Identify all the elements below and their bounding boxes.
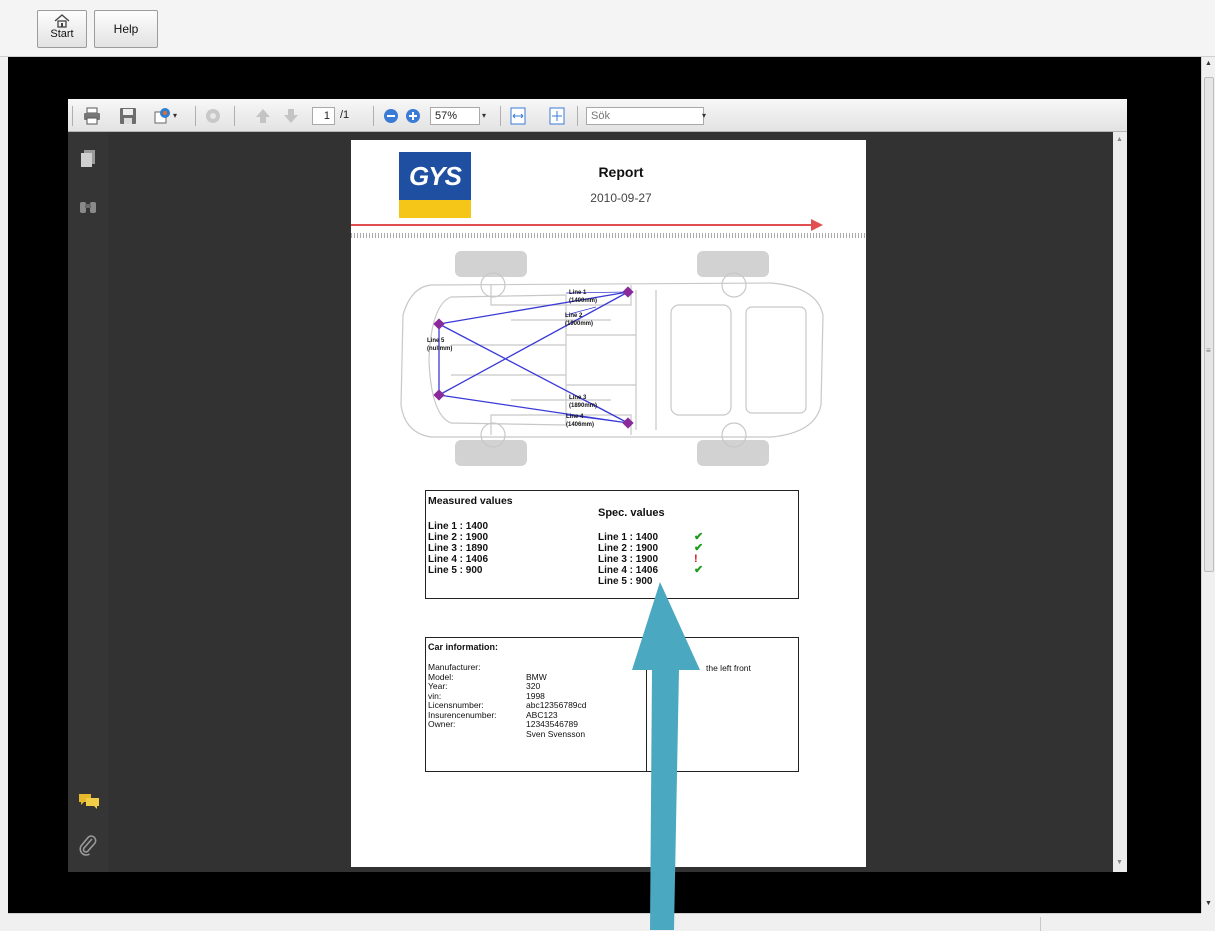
car-info-header: Car information: xyxy=(428,642,499,652)
main-scrollbar[interactable]: ▲ ≡ ▼ xyxy=(1201,57,1215,913)
arrow-down-icon[interactable] xyxy=(282,107,300,125)
zoom-out-icon[interactable] xyxy=(382,107,400,125)
scroll-up-icon[interactable]: ▲ xyxy=(1205,60,1212,67)
attachment-icon[interactable] xyxy=(78,834,98,856)
car-diagram: Line 1 (1400mm) Line 2 (1900mm) Line 3 (… xyxy=(400,251,824,466)
measured-line-1: Line 1 : 1400 xyxy=(428,521,489,532)
start-label: Start xyxy=(50,28,74,40)
binoculars-icon[interactable] xyxy=(78,198,98,216)
chevron-down-icon[interactable]: ▾ xyxy=(702,107,706,125)
grip-icon: ≡ xyxy=(1206,346,1211,355)
measured-header: Measured values xyxy=(428,495,513,507)
help-button[interactable]: Help xyxy=(94,10,158,48)
logo-stripe xyxy=(399,200,471,218)
fit-page-icon[interactable] xyxy=(548,107,566,125)
label-line-1-name: Line 1 xyxy=(569,290,587,296)
direction-arrow-icon xyxy=(811,219,823,231)
spec-header: Spec. values xyxy=(598,507,665,519)
save-icon[interactable] xyxy=(119,107,137,125)
status-divider xyxy=(1040,917,1041,931)
scroll-up-icon[interactable]: ▲ xyxy=(1116,136,1123,143)
app-toolbar: Start Help xyxy=(0,0,1215,57)
measure-ruler xyxy=(351,233,866,238)
measure-lines xyxy=(438,291,629,424)
label-line-2-value: (1900mm) xyxy=(565,321,593,327)
logo-text: GYS xyxy=(399,152,471,200)
line-4 xyxy=(438,394,629,424)
label-line-4-value: (1406mm) xyxy=(566,422,594,428)
viewer-sidebar xyxy=(68,132,108,872)
home-icon xyxy=(54,14,70,28)
measured-line-2: Line 2 : 1900 xyxy=(428,532,489,543)
comments-icon[interactable] xyxy=(78,793,100,809)
car-info-label: Owner: xyxy=(428,719,456,729)
share-icon[interactable] xyxy=(153,107,171,125)
fit-width-icon[interactable] xyxy=(509,107,527,125)
comment-icon[interactable] xyxy=(204,107,222,125)
label-line-1-value: (1400mm) xyxy=(569,298,597,304)
search-input[interactable]: Sök xyxy=(586,107,704,125)
toolbar-separator xyxy=(72,106,73,126)
report-title: Report xyxy=(598,164,644,180)
toolbar-separator xyxy=(195,106,196,126)
scroll-thumb[interactable] xyxy=(1204,77,1214,572)
label-line-3-value: (1890mm) xyxy=(569,403,597,409)
spec-line-2: Line 2 : 1900 xyxy=(598,543,659,554)
toolbar-separator xyxy=(234,106,235,126)
toolbar-separator xyxy=(577,106,578,126)
chevron-down-icon[interactable]: ▾ xyxy=(482,107,486,125)
measured-line-3: Line 3 : 1890 xyxy=(428,543,489,554)
chevron-down-icon[interactable]: ▾ xyxy=(173,107,177,125)
print-icon[interactable] xyxy=(83,107,101,125)
viewer-scrollbar[interactable]: ▲ ▼ xyxy=(1113,132,1127,872)
label-line-3-name: Line 3 xyxy=(569,395,587,401)
measured-line-4: Line 4 : 1406 xyxy=(428,554,489,565)
viewer-toolbar: ▾ 1 /1 57% ▾ Sök ▾ xyxy=(68,99,1127,132)
annotation-arrow-shape xyxy=(632,582,700,930)
label-line-5-value: (nullmm) xyxy=(427,346,452,352)
start-button[interactable]: Start xyxy=(37,10,87,48)
annotation-arrow-icon xyxy=(632,582,700,930)
wheel-front-right xyxy=(455,440,527,466)
toolbar-separator xyxy=(373,106,374,126)
toolbar-separator xyxy=(500,106,501,126)
direction-line xyxy=(351,224,821,226)
page-total: /1 xyxy=(340,109,350,121)
point-rear-right xyxy=(622,417,634,429)
line-3 xyxy=(438,323,629,424)
arrow-up-icon[interactable] xyxy=(254,107,272,125)
spec-line-1: Line 1 : 1400 xyxy=(598,532,659,543)
car-info-value: Sven Svensson xyxy=(526,728,586,739)
wheel-rear-right xyxy=(697,440,769,466)
scroll-down-icon[interactable]: ▼ xyxy=(1116,859,1123,866)
zoom-in-icon[interactable] xyxy=(404,107,422,125)
measured-line-5: Line 5 : 900 xyxy=(428,565,483,576)
point-front-right xyxy=(433,389,445,401)
zoom-select[interactable]: 57% xyxy=(430,107,480,125)
label-line-2-name: Line 2 xyxy=(565,313,583,319)
pages-icon[interactable] xyxy=(78,148,98,168)
gys-logo: GYS xyxy=(399,152,471,218)
scroll-down-icon[interactable]: ▼ xyxy=(1205,900,1212,907)
label-line-4-name: Line 4 xyxy=(566,414,584,420)
point-rear-left xyxy=(622,286,634,298)
page-number-input[interactable]: 1 xyxy=(312,107,335,125)
report-date: 2010-09-27 xyxy=(590,191,652,205)
label-line-5-name: Line 5 xyxy=(427,338,445,344)
